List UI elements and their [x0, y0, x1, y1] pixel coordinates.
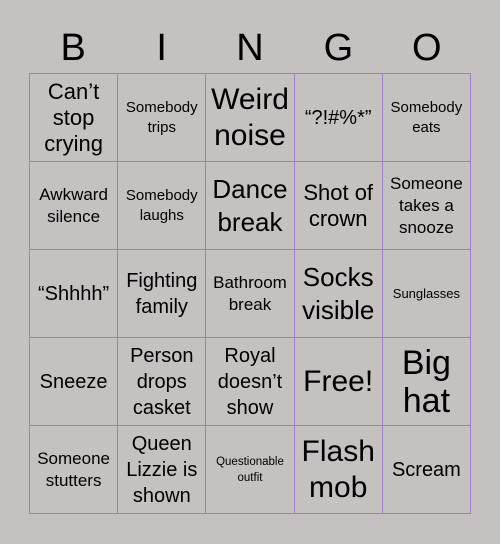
cell-label: Bathroom break: [213, 272, 287, 314]
bingo-cell[interactable]: “Shhhh”: [30, 250, 119, 338]
bingo-cell[interactable]: Bathroom break: [206, 250, 295, 338]
header-letter-i: I: [156, 27, 167, 69]
bingo-cell[interactable]: Somebody trips: [118, 74, 207, 162]
cell-label: Questionable outfit: [216, 455, 284, 484]
cell-label: Shot of crown: [303, 179, 374, 231]
cell-label: Somebody laughs: [125, 186, 198, 224]
header-letter-n: N: [236, 27, 264, 69]
cell-label: Scream: [391, 458, 461, 481]
cell-label: Awkward silence: [39, 184, 108, 226]
cell-label: Weird noise: [211, 82, 289, 152]
bingo-cell[interactable]: Awkward silence: [30, 162, 119, 250]
bingo-cell[interactable]: Socks visible: [294, 250, 383, 338]
cell-label: Someone stutters: [37, 448, 110, 490]
bingo-cell[interactable]: Sunglasses: [382, 250, 471, 338]
cell-label: Someone takes a snooze: [390, 173, 463, 237]
bingo-cell[interactable]: Weird noise: [206, 74, 295, 162]
cell-label: “Shhhh”: [38, 282, 110, 305]
cell-label: Free!: [303, 364, 374, 398]
bingo-cell[interactable]: Somebody laughs: [118, 162, 207, 250]
cell-label: Sunglasses: [392, 285, 460, 301]
bingo-cell[interactable]: Royal doesn’t show: [206, 338, 295, 426]
cell-label: Flash mob: [301, 434, 375, 504]
cell-label: Queen Lizzie is shown: [126, 432, 198, 507]
cell-label: “?!#%*”: [304, 106, 372, 129]
bingo-grid: Can’t stop crying Somebody trips Weird n…: [29, 73, 471, 514]
cell-label: Socks visible: [302, 261, 375, 325]
bingo-cell[interactable]: Scream: [382, 426, 471, 514]
cell-label: Big hat: [401, 343, 451, 420]
cell-label: Can’t stop crying: [44, 78, 103, 156]
bingo-cell[interactable]: Questionable outfit: [206, 426, 295, 514]
cell-label: Person drops casket: [130, 344, 194, 419]
header-letter-g: G: [323, 27, 354, 69]
bingo-header: B I N G O: [29, 22, 471, 74]
bingo-cell[interactable]: Can’t stop crying: [30, 74, 119, 162]
header-letter-b: B: [60, 27, 86, 69]
cell-label: Sneeze: [39, 370, 108, 393]
cell-label: Fighting family: [126, 269, 198, 318]
bingo-cell[interactable]: “?!#%*”: [294, 74, 383, 162]
bingo-cell[interactable]: Fighting family: [118, 250, 207, 338]
bingo-cell[interactable]: Someone stutters: [30, 426, 119, 514]
bingo-cell[interactable]: Dance break: [206, 162, 295, 250]
bingo-cell[interactable]: Someone takes a snooze: [382, 162, 471, 250]
bingo-cell[interactable]: Somebody eats: [382, 74, 471, 162]
free-space[interactable]: Free!: [294, 338, 383, 426]
cell-label: Somebody eats: [390, 98, 463, 136]
bingo-cell[interactable]: Big hat: [382, 338, 471, 426]
bingo-cell[interactable]: Queen Lizzie is shown: [118, 426, 207, 514]
bingo-cell[interactable]: Sneeze: [30, 338, 119, 426]
header-letter-o: O: [412, 27, 442, 69]
cell-label: Somebody trips: [125, 98, 198, 136]
bingo-cell[interactable]: Shot of crown: [294, 162, 383, 250]
bingo-cell[interactable]: Flash mob: [294, 426, 383, 514]
cell-label: Royal doesn’t show: [217, 344, 283, 419]
bingo-cell[interactable]: Person drops casket: [118, 338, 207, 426]
cell-label: Dance break: [212, 173, 288, 237]
